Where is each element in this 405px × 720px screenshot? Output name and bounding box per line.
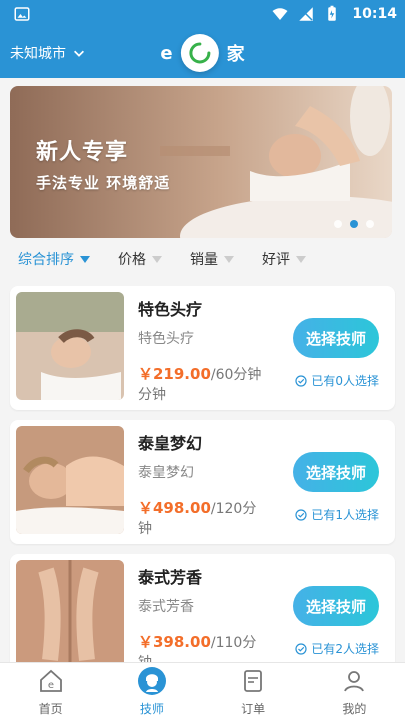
banner-dot[interactable]: [366, 220, 374, 228]
service-price: ￥219.00: [138, 365, 211, 383]
home-icon: e: [36, 666, 66, 696]
app-title-right: 家: [226, 44, 245, 65]
service-card[interactable]: 泰皇梦幻 泰皇梦幻 ￥498.00/120分钟 选择技师 已有1人选择: [10, 420, 395, 544]
sort-label: 好评: [262, 252, 290, 268]
nav-tab-therapist[interactable]: 技师: [101, 663, 202, 720]
service-price: ￥398.00: [138, 633, 211, 651]
top-bar: 10:14 未知城市 e 家: [0, 0, 405, 78]
service-thumbnail: [16, 292, 124, 400]
selection-count-text: 已有2人选择: [311, 642, 379, 656]
choose-therapist-button[interactable]: 选择技师: [293, 586, 379, 626]
service-thumbnail: [16, 560, 124, 668]
service-info: 特色头疗 特色头疗: [138, 296, 288, 348]
choose-therapist-button[interactable]: 选择技师: [293, 452, 379, 492]
service-subtitle: 泰皇梦幻: [138, 465, 194, 481]
sort-bar: 综合排序 价格 销量 好评: [0, 244, 405, 274]
service-info: 泰式芳香 泰式芳香: [138, 564, 288, 616]
service-list: 特色头疗 特色头疗 ￥219.00/60分钟分钟 选择技师 已有0人选择 泰皇梦…: [10, 286, 395, 688]
nav-tab-orders[interactable]: 订单: [203, 663, 304, 720]
check-circle-icon: [295, 374, 307, 387]
selection-count-text: 已有0人选择: [311, 374, 379, 388]
sort-arrow-icon: [296, 255, 306, 263]
selection-count: 已有0人选择: [295, 372, 379, 389]
sort-tab-price[interactable]: 价格: [118, 249, 162, 269]
city-label: 未知城市: [10, 46, 66, 62]
svg-text:e: e: [48, 680, 54, 691]
app-header: 未知城市 e 家: [0, 28, 405, 78]
choose-therapist-button[interactable]: 选择技师: [293, 318, 379, 358]
signal-icon: [296, 4, 316, 24]
sort-tab-sales[interactable]: 销量: [190, 249, 234, 269]
service-price: ￥498.00: [138, 499, 211, 517]
selection-count: 已有2人选择: [295, 640, 379, 657]
service-name: 泰式芳香: [138, 568, 203, 587]
sort-label: 价格: [118, 252, 146, 268]
service-card[interactable]: 特色头疗 特色头疗 ￥219.00/60分钟分钟 选择技师 已有0人选择: [10, 286, 395, 410]
profile-icon: [339, 666, 369, 696]
sort-arrow-icon: [224, 255, 234, 263]
nav-label: 首页: [38, 702, 63, 716]
sort-tab-composite[interactable]: 综合排序: [18, 249, 90, 269]
status-time: 10:14: [352, 6, 397, 22]
sort-label: 综合排序: [18, 252, 74, 268]
sort-label: 销量: [190, 252, 218, 268]
service-price-block: ￥219.00/60分钟分钟: [138, 364, 270, 405]
service-name: 特色头疗: [138, 300, 203, 319]
check-circle-icon: [295, 642, 307, 655]
order-icon: [238, 666, 268, 696]
nav-label: 订单: [241, 702, 266, 716]
chevron-down-icon: [72, 46, 86, 60]
battery-icon: [322, 4, 342, 24]
app-title: e 家: [160, 34, 245, 72]
service-name: 泰皇梦幻: [138, 434, 203, 453]
nav-label: 技师: [139, 702, 164, 716]
gallery-icon: [8, 0, 36, 28]
nav-tab-home[interactable]: e 首页: [0, 663, 101, 720]
check-circle-icon: [295, 508, 307, 521]
wifi-icon: [270, 4, 290, 24]
nav-tab-profile[interactable]: 我的: [304, 663, 405, 720]
banner-tagline: 手法专业 环境舒适: [36, 174, 171, 192]
service-thumbnail: [16, 426, 124, 534]
banner-dot[interactable]: [334, 220, 342, 228]
service-info: 泰皇梦幻 泰皇梦幻: [138, 430, 288, 482]
status-bar: 10:14: [0, 0, 405, 28]
city-selector[interactable]: 未知城市: [10, 43, 86, 63]
promo-banner[interactable]: 新人专享 手法专业 环境舒适: [10, 86, 392, 238]
selection-count-text: 已有1人选择: [311, 508, 379, 522]
bottom-navigation: e 首页 技师 订单 我的: [0, 662, 405, 720]
app-title-left: e: [160, 42, 173, 64]
service-card[interactable]: 泰式芳香 泰式芳香 ￥398.00/110分钟 选择技师 已有2人选择: [10, 554, 395, 678]
sort-arrow-icon: [80, 255, 90, 263]
sort-tab-rating[interactable]: 好评: [262, 249, 306, 269]
selection-count: 已有1人选择: [295, 506, 379, 523]
service-subtitle: 泰式芳香: [138, 599, 194, 615]
service-price-block: ￥498.00/120分钟: [138, 498, 270, 539]
banner-pagination: [334, 220, 374, 228]
banner-dot-active[interactable]: [350, 220, 358, 228]
sort-arrow-icon: [152, 255, 162, 263]
banner-headline: 新人专享: [36, 140, 129, 165]
loading-spinner-icon: [180, 34, 219, 72]
nav-label: 我的: [342, 702, 367, 716]
therapist-icon: [137, 666, 167, 696]
service-subtitle: 特色头疗: [138, 331, 194, 347]
